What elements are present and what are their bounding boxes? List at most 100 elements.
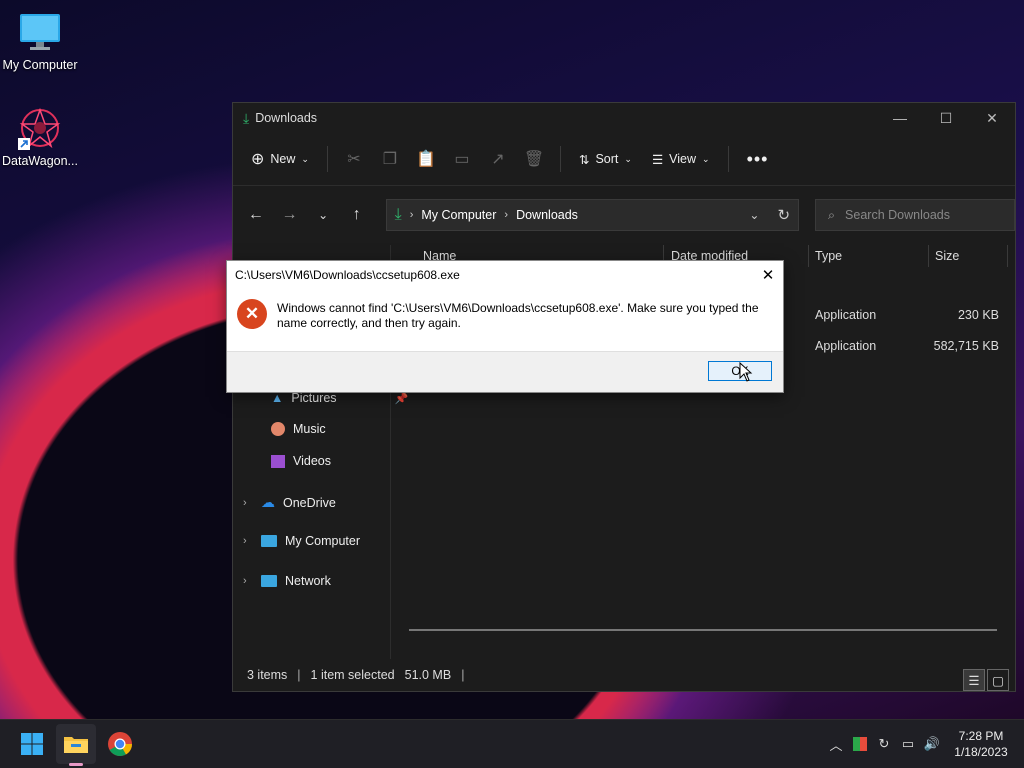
cut-icon[interactable]: ✂: [338, 143, 370, 175]
chevron-down-icon: ⌄: [624, 153, 632, 164]
rename-icon[interactable]: ▭: [446, 143, 478, 175]
download-icon: ⤓: [394, 206, 402, 223]
recent-locations-chevron-icon[interactable]: ⌄: [308, 200, 338, 230]
sort-icon: ⇅: [578, 152, 590, 167]
expand-chevron-icon[interactable]: ›: [243, 497, 253, 509]
column-header-size[interactable]: Size: [935, 249, 959, 263]
dialog-close-button[interactable]: ✕: [753, 261, 783, 289]
datawagon-icon: [18, 106, 62, 150]
taskbar-file-explorer[interactable]: [56, 724, 96, 766]
active-app-indicator: [69, 763, 83, 766]
dialog-message: Windows cannot find 'C:\Users\VM6\Downlo…: [277, 301, 759, 330]
breadcrumb-separator-icon: ›: [504, 209, 509, 221]
expand-chevron-icon[interactable]: ›: [243, 575, 253, 587]
new-button[interactable]: ⊕ New ⌄: [243, 143, 317, 175]
error-icon: ✕: [237, 299, 267, 329]
breadcrumb-downloads[interactable]: Downloads: [516, 208, 578, 222]
toolbar-divider: [326, 146, 328, 172]
sort-button[interactable]: ⇅ Sort ⌄: [571, 143, 640, 175]
title-bar[interactable]: ⤓ Downloads — ☐ ✕: [233, 103, 1015, 133]
monitor-icon: [18, 10, 62, 54]
mouse-cursor-icon: [739, 361, 753, 387]
column-divider[interactable]: [808, 245, 809, 267]
address-bar[interactable]: ⤓ › My Computer › Downloads ⌄ ↻: [385, 199, 800, 231]
network-icon: [261, 575, 277, 587]
selection-size: 51.0 MB: [404, 668, 452, 682]
file-type-cell: Application: [815, 308, 877, 322]
error-dialog: C:\Users\VM6\Downloads\ccsetup608.exe ✕ …: [226, 260, 784, 393]
cloud-icon: ☁: [261, 494, 275, 510]
toolbar-divider: [727, 146, 729, 172]
item-count: 3 items: [247, 668, 288, 682]
sidebar-item-music[interactable]: Music: [271, 422, 326, 436]
clock[interactable]: 7:28 PM 1/18/2023: [944, 728, 1018, 760]
copy-icon[interactable]: ❐: [374, 143, 406, 175]
search-input[interactable]: ⌕ Search Downloads: [815, 199, 1016, 231]
details-view-icon[interactable]: ☰: [963, 669, 985, 691]
windows-logo-icon: [21, 733, 43, 755]
network-status-icon[interactable]: ▭: [896, 732, 920, 756]
up-arrow-icon[interactable]: ↑: [342, 200, 372, 230]
volume-icon[interactable]: 🔊: [920, 732, 944, 756]
sidebar-item-label: OneDrive: [283, 495, 336, 510]
sync-icon[interactable]: ↻: [872, 732, 896, 756]
sort-label: Sort: [595, 152, 619, 166]
folder-icon: [64, 737, 88, 753]
system-tray: ︿ ↻ ▭ 🔊 7:28 PM 1/18/2023: [824, 720, 1024, 768]
show-hidden-icons-chevron-icon[interactable]: ︿: [824, 732, 848, 756]
desktop-icon-label: My Computer: [2, 58, 78, 72]
new-label: New: [270, 152, 296, 166]
back-arrow-icon[interactable]: ←: [241, 200, 271, 230]
sidebar-item-videos[interactable]: Videos: [271, 454, 331, 468]
more-options-button[interactable]: •••: [739, 143, 777, 175]
dialog-title: C:\Users\VM6\Downloads\ccsetup608.exe: [235, 268, 460, 282]
view-button[interactable]: ☰ View ⌄: [644, 143, 718, 175]
app-tray-icon[interactable]: [848, 732, 872, 756]
navigation-row: ← → ⌄ ↑ ⤓ › My Computer › Downloads ⌄ ↻ …: [233, 186, 1016, 244]
minimize-button[interactable]: —: [877, 103, 923, 133]
share-icon[interactable]: ↗: [482, 143, 514, 175]
expand-chevron-icon[interactable]: ›: [243, 535, 253, 547]
sidebar-item-network[interactable]: › Network: [243, 574, 331, 588]
search-placeholder: Search Downloads: [845, 208, 950, 222]
refresh-icon[interactable]: ↻: [777, 206, 790, 224]
tiles-view-icon[interactable]: ▢: [987, 669, 1009, 691]
address-dropdown-icon[interactable]: ⌄: [749, 208, 759, 222]
column-divider[interactable]: [1007, 245, 1008, 267]
chrome-icon: [108, 732, 132, 757]
desktop-icon-label: DataWagon...: [2, 154, 78, 168]
selection-info: 1 item selected: [310, 668, 395, 682]
clock-time: 7:28 PM: [958, 729, 1004, 743]
dialog-footer: OK: [227, 351, 783, 392]
desktop-icon-datawagon[interactable]: DataWagon...: [0, 106, 80, 168]
paste-icon[interactable]: 📋: [410, 143, 442, 175]
download-icon: ⤓: [243, 109, 250, 126]
sidebar-item-onedrive[interactable]: › ☁ OneDrive: [243, 494, 336, 511]
horizontal-scrollbar[interactable]: [409, 629, 997, 631]
maximize-button[interactable]: ☐: [923, 103, 969, 133]
videos-icon: [271, 454, 285, 468]
command-bar: ⊕ New ⌄ ✂ ❐ 📋 ▭ ↗ 🗑 ⇅ Sort ⌄ ☰ View ⌄ ••…: [233, 133, 1015, 186]
dialog-title-bar[interactable]: C:\Users\VM6\Downloads\ccsetup608.exe ✕: [227, 261, 783, 289]
file-type-cell: Application: [815, 339, 877, 353]
delete-icon[interactable]: 🗑: [518, 143, 550, 175]
pin-icon[interactable]: 📌: [395, 392, 409, 405]
column-divider[interactable]: [928, 245, 929, 267]
toolbar-divider: [559, 146, 561, 172]
start-button[interactable]: [12, 724, 52, 764]
view-icon: ☰: [651, 152, 664, 167]
sidebar-item-pictures[interactable]: ▲ Pictures 📌: [271, 391, 408, 405]
desktop-icon-my-computer[interactable]: My Computer: [0, 10, 80, 72]
show-desktop-button[interactable]: [1018, 720, 1024, 768]
view-label: View: [669, 152, 697, 166]
taskbar-chrome[interactable]: [100, 724, 140, 764]
sidebar-item-label: Music: [293, 422, 326, 436]
sidebar-item-label: Videos: [293, 454, 331, 468]
column-header-type[interactable]: Type: [815, 249, 842, 263]
breadcrumb-my-computer[interactable]: My Computer: [421, 208, 496, 222]
forward-arrow-icon[interactable]: →: [275, 200, 305, 230]
status-bar: 3 items | 1 item selected 51.0 MB | ☰ ▢: [233, 659, 1015, 691]
sidebar-item-my-computer[interactable]: › My Computer: [243, 534, 360, 548]
breadcrumb-separator-icon: ›: [409, 209, 414, 221]
close-button[interactable]: ✕: [969, 103, 1015, 133]
